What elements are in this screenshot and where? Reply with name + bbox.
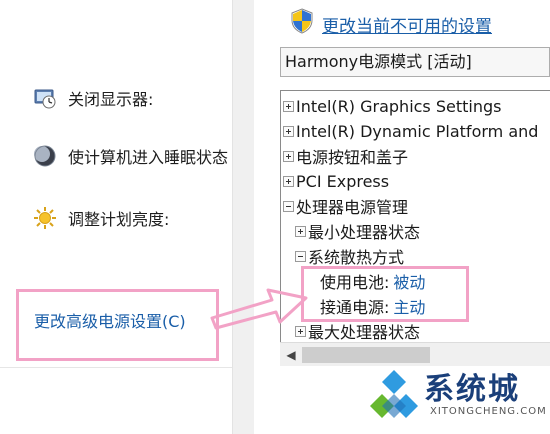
expand-icon[interactable] (283, 175, 294, 187)
power-plan-settings-pane: 关闭显示器: 使计算机进入睡眠状态 调整计划亮度: 更改高级电源设置(C) (0, 0, 232, 434)
expand-icon[interactable] (283, 150, 294, 162)
turn-off-display-label: 关闭显示器: (68, 90, 154, 109)
tree-node-label: 最大处理器状态 (308, 323, 421, 342)
turn-off-display-setting: 关闭显示器: (32, 84, 153, 112)
moon-icon (32, 143, 58, 169)
tree-node-label: Intel(R) Dynamic Platform and (296, 121, 539, 141)
power-plan-dropdown[interactable]: Harmony电源模式 [活动] (280, 47, 550, 77)
change-unavailable-settings-link[interactable]: 更改当前不可用的设置 (322, 12, 492, 37)
highlight-box-cooling-values (301, 266, 469, 322)
expand-icon[interactable] (295, 225, 306, 237)
expand-icon[interactable] (283, 125, 294, 137)
monitor-clock-icon (32, 85, 58, 111)
tree-node-pci-express[interactable]: PCI Express (283, 169, 389, 193)
tree-node-dynamic-platform[interactable]: Intel(R) Dynamic Platform and (283, 119, 538, 143)
tree-node-label: Intel(R) Graphics Settings (296, 96, 502, 116)
brightness-label: 调整计划亮度: (68, 210, 170, 229)
power-settings-tree: Intel(R) Graphics Settings Intel(R) Dyna… (280, 90, 550, 366)
tree-node-max-processor-state[interactable]: 最大处理器状态 (295, 319, 420, 343)
sun-icon (32, 205, 58, 231)
collapse-icon[interactable] (295, 250, 306, 262)
sleep-setting: 使计算机进入睡眠状态 (32, 142, 228, 170)
tree-node-power-buttons-lid[interactable]: 电源按钮和盖子 (283, 144, 408, 168)
window-separator (232, 0, 254, 434)
advanced-power-settings-link[interactable]: 更改高级电源设置(C) (34, 308, 186, 332)
tree-node-cooling-policy[interactable]: 系统散热方式 (295, 244, 404, 268)
site-watermark: 系统城 XITONGCHENG.COM (362, 362, 550, 434)
tree-node-label: 最小处理器状态 (308, 223, 421, 242)
tree-node-label: PCI Express (296, 171, 390, 191)
collapse-icon[interactable] (283, 200, 294, 212)
tree-node-label: 处理器电源管理 (296, 198, 409, 217)
tree-node-label: 电源按钮和盖子 (296, 148, 409, 167)
tree-node-graphics-settings[interactable]: Intel(R) Graphics Settings (283, 94, 501, 118)
tree-node-min-processor-state[interactable]: 最小处理器状态 (295, 219, 420, 243)
sleep-label: 使计算机进入睡眠状态 (68, 148, 229, 167)
watermark-logo-icon (370, 370, 418, 418)
watermark-subtitle: XITONGCHENG.COM (430, 406, 547, 417)
pane-divider-line (0, 367, 232, 368)
scrollbar-thumb[interactable] (302, 347, 430, 363)
brightness-setting: 调整计划亮度: (32, 204, 169, 232)
expand-icon[interactable] (283, 100, 294, 112)
tree-node-label: 系统散热方式 (308, 248, 405, 267)
watermark-title: 系统城 (424, 372, 520, 407)
uac-shield-icon (290, 8, 314, 38)
scroll-left-icon[interactable]: ◀ (284, 347, 298, 363)
tree-node-processor-power[interactable]: 处理器电源管理 (283, 194, 408, 218)
annotation-arrow-icon (210, 288, 308, 330)
